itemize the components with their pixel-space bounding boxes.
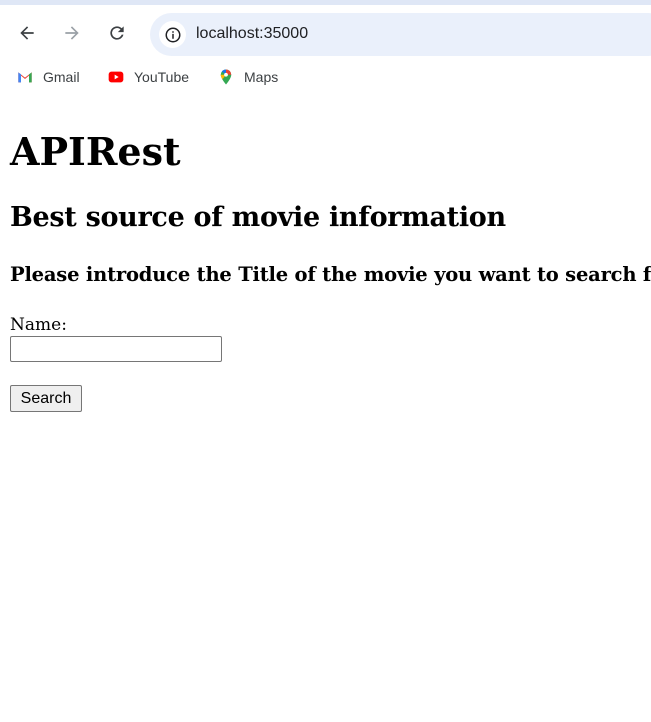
reload-button[interactable] [101, 17, 133, 49]
forward-arrow-icon [65, 26, 79, 40]
bookmark-label: YouTube [134, 69, 190, 85]
browser-toolbar: localhost:35000 [0, 0, 651, 56]
bookmark-gmail[interactable]: Gmail [14, 66, 80, 88]
bookmark-maps[interactable]: Maps [215, 66, 278, 88]
maps-icon [215, 66, 237, 88]
name-label: Name: [10, 315, 67, 335]
site-info-button[interactable] [159, 21, 186, 48]
address-bar[interactable]: localhost:35000 [150, 13, 651, 56]
forward-button[interactable] [56, 17, 88, 49]
url-text[interactable]: localhost:35000 [196, 25, 308, 43]
name-input[interactable] [10, 336, 222, 362]
bookmark-label: Maps [244, 69, 279, 85]
search-button[interactable]: Search [10, 385, 82, 412]
back-button[interactable] [11, 17, 43, 49]
search-instruction: Please introduce the Title of the movie … [10, 263, 651, 286]
back-arrow-icon [20, 26, 34, 40]
youtube-icon [105, 66, 127, 88]
reload-icon [110, 26, 124, 40]
page-title: APIRest [10, 129, 181, 174]
bookmark-label: Gmail [43, 69, 80, 85]
bookmark-youtube[interactable]: YouTube [105, 66, 189, 88]
bookmarks-bar: Gmail YouTube Maps [0, 56, 651, 98]
page-subtitle: Best source of movie information [10, 202, 506, 233]
gmail-icon [14, 66, 36, 88]
site-info-icon [165, 27, 180, 42]
